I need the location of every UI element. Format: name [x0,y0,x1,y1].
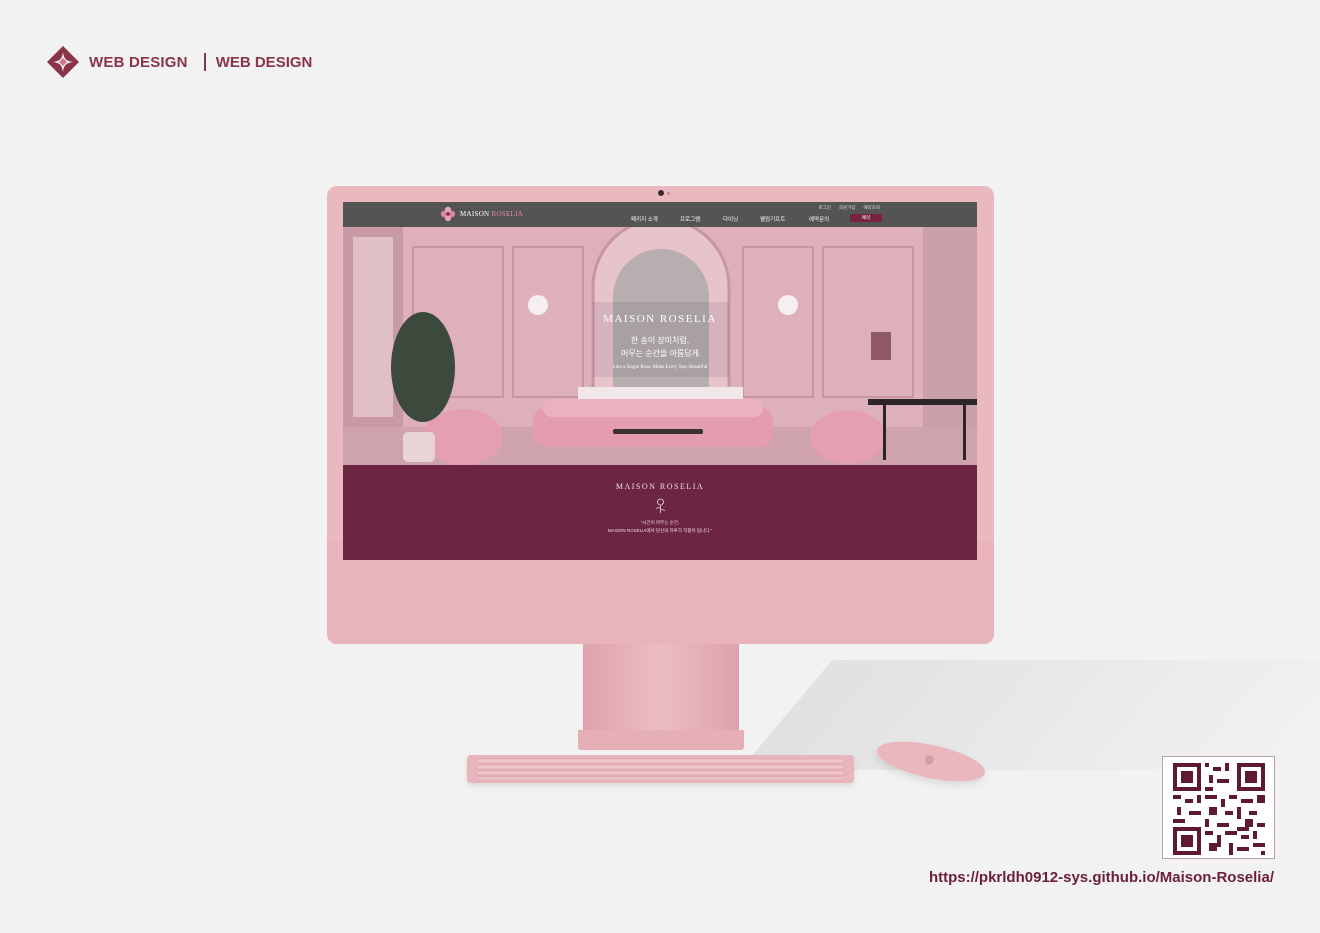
camera-led [667,192,670,195]
hero-subtitle: Like a Single Rose, Make Every Stay Beau… [612,365,708,370]
main-menu: 패키지 소개 프로그램 다이닝 웰컴기프트 예약문의 [631,215,849,223]
hero-headline-line2: 머무는 순간을 아름답게 [620,349,700,358]
brand-subtitle: WEB DESIGN [215,53,313,71]
reservation-lookup-link[interactable]: 예약조회 [863,205,880,211]
menu-item-package[interactable]: 패키지 소개 [631,215,680,223]
page-brand: WEB DESIGN WEB DESIGN [46,44,312,80]
qr-code-icon [1173,763,1265,855]
section-quote-line1: "시간이 머무는 순간, [640,520,680,525]
menu-item-inquiry[interactable]: 예약문의 [809,215,849,223]
section-title: MAISON ROSELIA [615,482,705,491]
site-logo-text: MAISON ROSELIA [460,210,524,218]
monitor: MAISON ROSELIA 로그인 회원가입 예약조회 패키지 소개 프로그램… [327,186,994,644]
brand-title: WEB DESIGN [89,53,188,71]
keyboard [467,755,854,783]
hero-room-illustration [343,227,977,465]
website-screen: MAISON ROSELIA 로그인 회원가입 예약조회 패키지 소개 프로그램… [343,202,977,560]
hero-banner: MAISON ROSELIA 한 송이 장미처럼, 머무는 순간을 아름답게 L… [343,227,977,465]
reserve-button[interactable]: 예약 [850,214,882,222]
signup-link[interactable]: 회원가입 [839,205,856,211]
site-url-link[interactable]: https://pkrldh0912-sys.github.io/Maison-… [929,869,1274,886]
site-logo[interactable]: MAISON ROSELIA [440,206,523,222]
hero-headline-line1: 한 송이 장미처럼, [630,336,690,345]
brand-divider [203,53,206,71]
menu-item-program[interactable]: 프로그램 [680,215,723,223]
menu-item-dining[interactable]: 다이닝 [723,215,760,223]
apple-logo-icon [924,754,935,766]
reserve-button-label: 예약 [861,215,871,220]
section-quote-line2: MAISON ROSELIA에서 당신의 하루가 작품이 됩니다." [607,528,713,533]
monitor-stand-foot [578,730,744,750]
menu-item-welcome-gift[interactable]: 웰컴기프트 [760,215,809,223]
camera-icon [658,190,664,196]
keyboard-keys [476,758,845,781]
stand-shadow [740,660,1320,770]
login-link[interactable]: 로그인 [818,205,830,211]
rose-flower-icon [440,206,456,222]
utility-links: 로그인 회원가입 예약조회 [818,205,880,211]
hero-title: MAISON ROSELIA [603,313,717,325]
site-nav: MAISON ROSELIA 로그인 회원가입 예약조회 패키지 소개 프로그램… [343,202,977,227]
diamond-star-icon [46,45,80,79]
rose-icon [656,498,665,513]
brand-section: MAISON ROSELIA "시간이 머무는 순간, MAISON ROSEL… [343,465,977,560]
monitor-stand [583,644,739,732]
qr-code[interactable] [1162,756,1275,859]
